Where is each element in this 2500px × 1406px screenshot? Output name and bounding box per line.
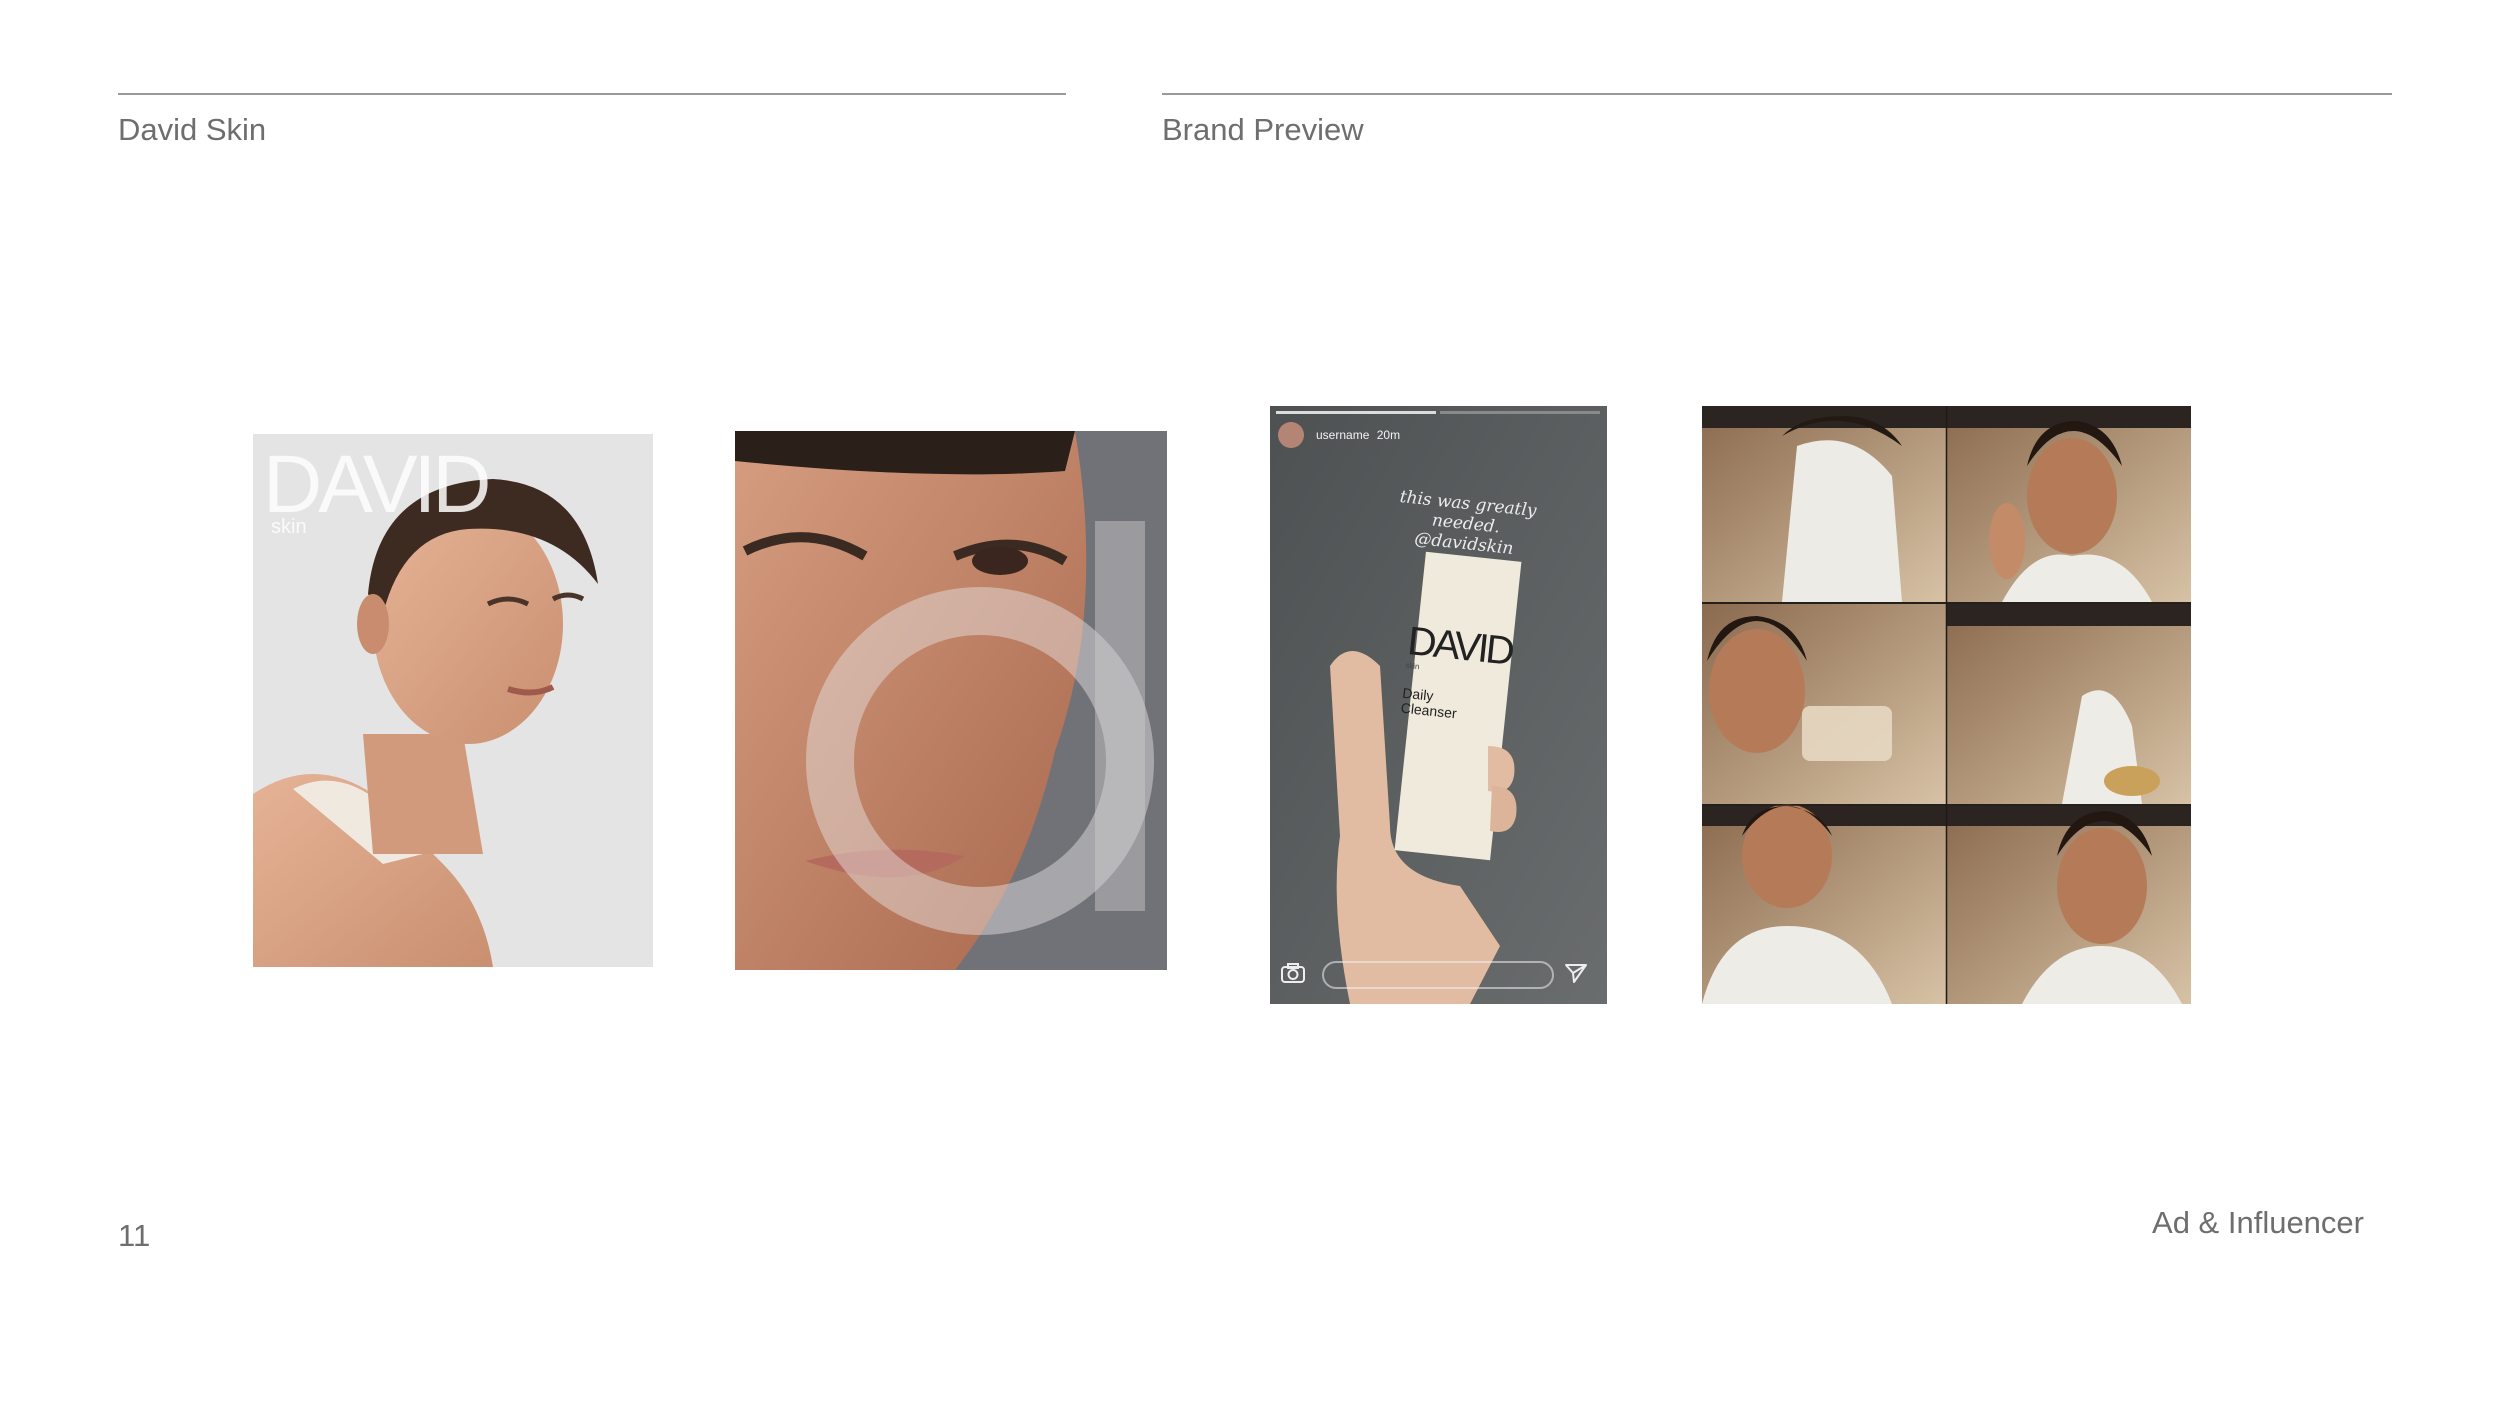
- header-rule-left: [118, 93, 1066, 95]
- section-title: Brand Preview: [1162, 112, 1364, 147]
- story-time: 20m: [1376, 428, 1401, 442]
- send-icon[interactable]: [1564, 962, 1588, 984]
- product-brand: DAVID: [1405, 619, 1514, 674]
- page-title: David Skin: [118, 112, 267, 147]
- product-label: DAVID skin Daily Cleanser: [1400, 619, 1514, 726]
- influencer-grid-tiles: [1702, 406, 2191, 1004]
- story-avatar: [1278, 422, 1304, 448]
- page-number: 11: [118, 1218, 151, 1253]
- story-reply-input[interactable]: [1322, 961, 1554, 989]
- camera-icon[interactable]: [1280, 962, 1306, 984]
- cover-image: DAVID skin: [253, 434, 653, 967]
- header-rule-right: [1162, 93, 2392, 95]
- story-preview: username 20m this was greatly needed. @d…: [1270, 406, 1607, 1004]
- closeup-illustration: [735, 431, 1167, 970]
- closeup-image: [735, 431, 1167, 970]
- story-username: username: [1316, 428, 1370, 442]
- cover-brand-sub: skin: [271, 516, 307, 538]
- section-label: Ad & Influencer: [2152, 1205, 2364, 1240]
- influencer-grid: [1702, 406, 2191, 1004]
